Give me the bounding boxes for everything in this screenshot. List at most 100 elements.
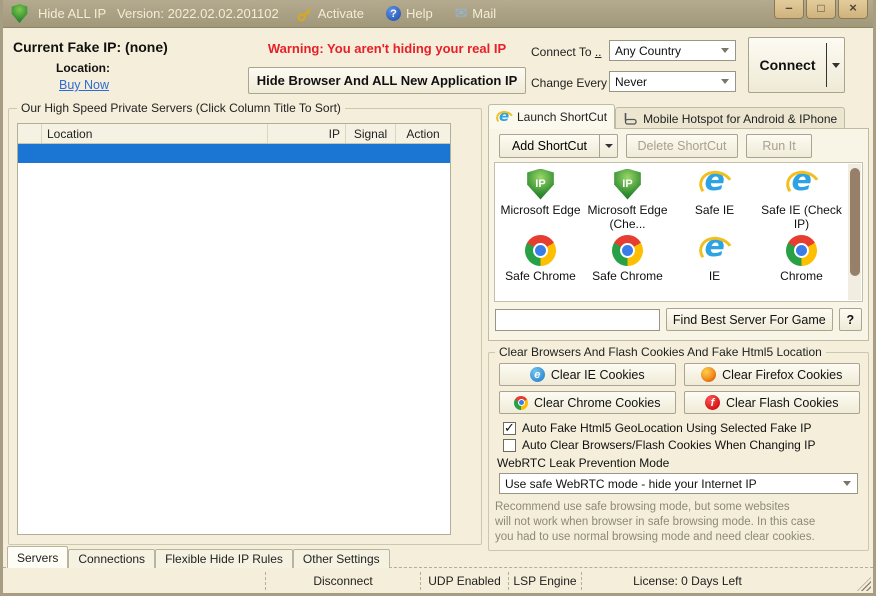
shortcut-list: IP Microsoft Edge IP Microsoft Edge (Che…: [494, 162, 863, 302]
chevron-down-icon: [843, 481, 851, 486]
shortcut-item[interactable]: Chrome: [758, 233, 845, 299]
buy-now-link[interactable]: Buy Now: [59, 78, 109, 92]
button-label: Clear Firefox Cookies: [722, 368, 842, 382]
browsing-mode-note: Recommend use safe browsing mode, but so…: [489, 494, 868, 545]
shortcut-tabs: e Launch ShortCut Mobile Hotspot for And…: [488, 104, 869, 129]
delete-shortcut-button[interactable]: Delete ShortCut: [626, 134, 738, 158]
checkbox-icon[interactable]: [503, 422, 516, 435]
cookies-groupbox: Clear Browsers And Flash Cookies And Fak…: [488, 352, 869, 551]
key-icon: [297, 6, 313, 22]
close-button[interactable]: ×: [838, 0, 868, 19]
connect-button[interactable]: Connect: [748, 37, 845, 93]
bottom-tab-bar: Servers Connections Flexible Hide IP Rul…: [7, 546, 390, 568]
column-header-action[interactable]: Action: [396, 124, 450, 143]
add-shortcut-dropdown[interactable]: [600, 134, 618, 158]
mail-label: Mail: [472, 6, 496, 21]
column-header-ip[interactable]: IP: [268, 124, 346, 143]
shortcut-item[interactable]: Safe Chrome: [584, 233, 671, 299]
cookies-group-title: Clear Browsers And Flash Cookies And Fak…: [495, 345, 826, 359]
ip-shield-icon: IP: [526, 169, 555, 200]
tab-servers[interactable]: Servers: [7, 546, 68, 568]
auto-fake-geolocation-checkbox[interactable]: Auto Fake Html5 GeoLocation Using Select…: [489, 418, 868, 435]
button-label: Clear IE Cookies: [551, 368, 645, 382]
resize-grip[interactable]: [857, 577, 871, 591]
servers-groupbox: Our High Speed Private Servers (Click Co…: [8, 108, 482, 545]
auto-clear-cookies-checkbox[interactable]: Auto Clear Browsers/Flash Cookies When C…: [489, 435, 868, 452]
shortcut-grid: IP Microsoft Edge IP Microsoft Edge (Che…: [495, 163, 862, 299]
maximize-button[interactable]: □: [806, 0, 836, 19]
checkbox-label: Auto Fake Html5 GeoLocation Using Select…: [522, 421, 811, 435]
tab-flexible-hide-ip-rules[interactable]: Flexible Hide IP Rules: [155, 549, 293, 568]
servers-group-title: Our High Speed Private Servers (Click Co…: [17, 101, 345, 115]
change-every-label: Change Every: [531, 76, 607, 90]
scrollbar-thumb[interactable]: [850, 168, 860, 276]
shortcut-item[interactable]: IP Microsoft Edge: [497, 167, 584, 233]
help-label: Help: [406, 6, 433, 21]
chrome-icon: [612, 235, 643, 266]
shortcut-label: IE: [709, 269, 720, 283]
shortcut-item[interactable]: IP Microsoft Edge (Che...: [584, 167, 671, 233]
tab-launch-shortcut[interactable]: e Launch ShortCut: [488, 104, 615, 129]
titlebar: Hide ALL IP Version: 2022.02.02.201102 A…: [0, 0, 876, 28]
activate-menu[interactable]: Activate: [297, 6, 364, 22]
ie-round-icon: e: [530, 367, 545, 382]
game-search-input[interactable]: [495, 309, 660, 331]
shortcut-label: Safe Chrome: [505, 269, 576, 283]
shortcut-item[interactable]: Safe Chrome: [497, 233, 584, 299]
column-header-location[interactable]: Location: [42, 124, 268, 143]
checkbox-label: Auto Clear Browsers/Flash Cookies When C…: [522, 438, 815, 452]
country-value: Any Country: [615, 44, 681, 58]
clear-firefox-cookies-button[interactable]: Clear Firefox Cookies: [684, 363, 861, 386]
webrtc-mode-label: WebRTC Leak Prevention Mode: [489, 452, 868, 472]
button-label: Clear Chrome Cookies: [534, 396, 660, 410]
selected-server-row[interactable]: [18, 144, 450, 163]
shortcut-item[interactable]: e Safe IE: [671, 167, 758, 233]
minimize-button[interactable]: –: [774, 0, 804, 19]
column-header-blank[interactable]: [18, 124, 42, 143]
app-window: Hide ALL IP Version: 2022.02.02.201102 A…: [0, 0, 876, 596]
tab-mobile-hotspot[interactable]: Mobile Hotspot for Android & IPhone: [615, 107, 845, 129]
mail-menu[interactable]: ✉ Mail: [455, 6, 496, 21]
checkbox-icon[interactable]: [503, 439, 516, 452]
hide-browser-button[interactable]: Hide Browser And ALL New Application IP: [248, 67, 526, 94]
chevron-down-icon: [605, 144, 613, 148]
shortcut-item[interactable]: e Safe IE (Check IP): [758, 167, 845, 233]
chevron-down-icon: [832, 63, 840, 68]
firefox-icon: [701, 367, 716, 382]
add-shortcut-button[interactable]: Add ShortCut: [499, 134, 618, 158]
server-table-header: Location IP Signal Action: [18, 124, 450, 144]
clear-chrome-cookies-button[interactable]: Clear Chrome Cookies: [499, 391, 676, 414]
ie-icon: e: [496, 109, 512, 125]
current-fake-ip: Current Fake IP: (none): [13, 39, 168, 55]
help-menu[interactable]: ? Help: [386, 6, 433, 21]
clear-flash-cookies-button[interactable]: f Clear Flash Cookies: [684, 391, 861, 414]
find-best-server-button[interactable]: Find Best Server For Game: [666, 308, 833, 331]
app-logo-shield-icon: [11, 4, 28, 23]
connect-dropdown-arrow[interactable]: [827, 63, 844, 68]
connect-label: Connect: [749, 57, 826, 73]
tab-other-settings[interactable]: Other Settings: [293, 549, 390, 568]
connect-to-label: Connect To ..: [531, 45, 602, 59]
scrollbar[interactable]: [848, 164, 861, 300]
hotspot-icon: [623, 112, 638, 125]
app-title: Hide ALL IP Version: 2022.02.02.201102: [38, 6, 279, 21]
shortcut-item[interactable]: e IE: [671, 233, 758, 299]
tab-label: Mobile Hotspot for Android & IPhone: [643, 112, 837, 126]
server-table: Location IP Signal Action: [17, 123, 451, 535]
shortcut-label: Microsoft Edge (Che...: [584, 203, 671, 231]
shortcut-toolbar: Add ShortCut Delete ShortCut Run It: [489, 129, 868, 162]
help-icon: ?: [386, 6, 401, 21]
webrtc-mode-select[interactable]: Use safe WebRTC mode - hide your Interne…: [499, 473, 858, 494]
launch-shortcut-page: Add ShortCut Delete ShortCut Run It IP M…: [488, 128, 869, 341]
country-select[interactable]: Any Country: [609, 40, 736, 61]
shortcut-panel: e Launch ShortCut Mobile Hotspot for And…: [488, 104, 869, 548]
shortcut-label: Safe Chrome: [592, 269, 663, 283]
find-server-row: Find Best Server For Game ?: [489, 302, 868, 331]
tab-connections[interactable]: Connections: [68, 549, 155, 568]
run-it-button[interactable]: Run It: [746, 134, 812, 158]
find-server-help-button[interactable]: ?: [839, 308, 862, 331]
clear-ie-cookies-button[interactable]: e Clear IE Cookies: [499, 363, 676, 386]
change-every-select[interactable]: Never: [609, 71, 736, 92]
column-header-signal[interactable]: Signal: [346, 124, 396, 143]
chrome-icon: [525, 235, 556, 266]
